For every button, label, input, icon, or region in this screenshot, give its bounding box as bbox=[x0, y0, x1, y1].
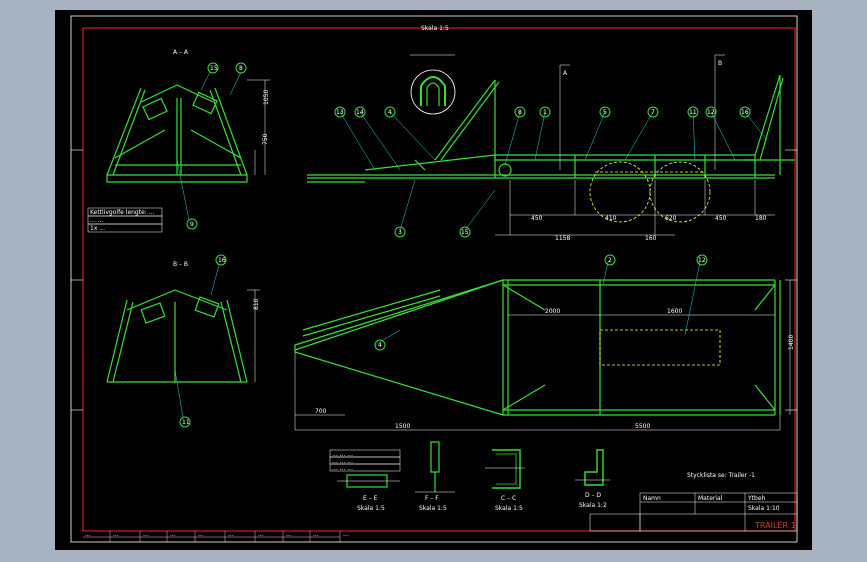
section-aa-title: A – A bbox=[173, 49, 189, 56]
strip-cell-2: ... bbox=[113, 531, 119, 538]
balloon-15: 15 bbox=[461, 229, 469, 236]
product-label: Stycklista se: Trailer -1 bbox=[687, 472, 755, 479]
side-dim-3: 620 bbox=[665, 215, 677, 222]
svg-text:15: 15 bbox=[210, 65, 218, 72]
tb-row-4: Skala 1:10 bbox=[748, 505, 780, 512]
balloon-14: 14 bbox=[356, 109, 364, 116]
title-block: Namn Material Ytbeh Skala 1:10 TRAILER 1 bbox=[589, 492, 798, 532]
balloon-5: 5 bbox=[603, 109, 607, 116]
section-ee-title: E – E bbox=[363, 495, 378, 502]
e-note-3: ... ... ... bbox=[332, 465, 353, 472]
strip-cell-5: ... bbox=[198, 531, 204, 538]
section-c-c: C – C Skala 1:5 bbox=[485, 449, 525, 512]
balloon-7: 7 bbox=[651, 109, 655, 116]
svg-text:16: 16 bbox=[218, 257, 226, 264]
scale-f: Skala 1:5 bbox=[419, 505, 447, 512]
svg-text:1050: 1050 bbox=[263, 90, 270, 105]
e-note-2: ... ... ... bbox=[332, 458, 353, 465]
strip-cell-9: ... bbox=[313, 531, 319, 538]
detail-view: Skala 1:5 bbox=[410, 25, 456, 115]
side-dim-2: 410 bbox=[605, 215, 617, 222]
bottom-strip: ... ... ... ... ... ... ... ... ... ... bbox=[83, 531, 349, 542]
e-note-1: ... ... ... bbox=[332, 451, 353, 458]
section-cc-title: C – C bbox=[501, 495, 516, 502]
side-dim-4: 450 bbox=[715, 215, 727, 222]
plan-dim-2: 5500 bbox=[635, 423, 650, 430]
svg-text:9: 9 bbox=[190, 221, 194, 228]
balloon-3: 3 bbox=[398, 229, 402, 236]
section-a-a: A – A 1050 750 15 8 9 Kettlivgolfe lengt… bbox=[87, 49, 270, 233]
strip-cell-10: ... bbox=[343, 531, 349, 538]
balloon-12b: 12 bbox=[698, 257, 706, 264]
scale-c: Skala 1:5 bbox=[495, 505, 523, 512]
plan-dim-1: 1500 bbox=[395, 423, 410, 430]
outer-border bbox=[70, 15, 798, 543]
svg-text:11: 11 bbox=[182, 419, 190, 426]
note-line-2: ... ... bbox=[90, 217, 103, 224]
drawing-canvas: A – A 1050 750 15 8 9 Kettlivgolfe lengt… bbox=[70, 15, 798, 543]
svg-text:750: 750 bbox=[262, 133, 269, 145]
balloon-11: 11 bbox=[689, 109, 697, 116]
plan-dim-6: 1400 bbox=[788, 335, 795, 350]
balloon-2: 2 bbox=[608, 257, 612, 264]
side-dim-6: 1158 bbox=[555, 235, 570, 242]
section-bb-title: B – B bbox=[173, 261, 188, 268]
strip-cell-8: ... bbox=[286, 531, 292, 538]
strip-cell-1: ... bbox=[85, 531, 91, 538]
section-ff-title: F – F bbox=[425, 495, 439, 502]
strip-cell-3: ... bbox=[143, 531, 149, 538]
scale-e: Skala 1:5 bbox=[357, 505, 385, 512]
balloon-12: 12 bbox=[707, 109, 715, 116]
plan-view: 1500 5500 2000 1600 700 1400 2 12 4 bbox=[294, 254, 795, 431]
note-line-1: Kettlivgolfe lengte: ... bbox=[90, 209, 155, 216]
plan-dim-4: 1600 bbox=[667, 308, 682, 315]
balloon-1: 1 bbox=[543, 109, 547, 116]
balloon-4b: 4 bbox=[378, 342, 382, 349]
side-dim-5: 180 bbox=[755, 215, 767, 222]
balloon-16: 16 bbox=[741, 109, 749, 116]
note-line-3: 1x ... bbox=[90, 225, 105, 232]
balloon-13: 13 bbox=[336, 109, 344, 116]
side-view: A B 450 410 620 450 180 1158 160 13 14 4… bbox=[307, 54, 795, 242]
detail-title: Skala 1:5 bbox=[421, 25, 449, 32]
balloon-4: 4 bbox=[388, 109, 392, 116]
tb-row-1: Namn bbox=[643, 495, 661, 502]
side-dim-1: 450 bbox=[531, 215, 543, 222]
scale-d: Skala 1:2 bbox=[579, 502, 607, 509]
plan-dim-5: 700 bbox=[315, 408, 327, 415]
tb-row-3: Ytbeh bbox=[747, 495, 766, 502]
svg-text:8: 8 bbox=[239, 65, 243, 72]
tb-row-2: Material bbox=[698, 495, 723, 502]
svg-text:A: A bbox=[563, 70, 568, 77]
svg-text:810: 810 bbox=[253, 298, 260, 310]
drawing-name: TRAILER 1 bbox=[754, 521, 796, 530]
side-dim-7: 160 bbox=[645, 235, 657, 242]
section-f-f: F – F Skala 1:5 bbox=[415, 441, 455, 512]
strip-cell-6: ... bbox=[228, 531, 234, 538]
svg-text:B: B bbox=[718, 60, 722, 67]
balloon-8: 8 bbox=[518, 109, 522, 116]
strip-cell-7: ... bbox=[258, 531, 264, 538]
cad-viewport[interactable]: A – A 1050 750 15 8 9 Kettlivgolfe lengt… bbox=[55, 10, 812, 550]
strip-cell-4: ... bbox=[170, 531, 176, 538]
section-d-d: D – D Skala 1:2 bbox=[575, 449, 610, 509]
section-dd-title: D – D bbox=[585, 492, 601, 499]
section-e-e: ... ... ... ... ... ... ... ... ... E – … bbox=[329, 449, 401, 512]
section-b-b: B – B 810 16 11 bbox=[106, 254, 260, 428]
plan-dim-3: 2000 bbox=[545, 308, 560, 315]
